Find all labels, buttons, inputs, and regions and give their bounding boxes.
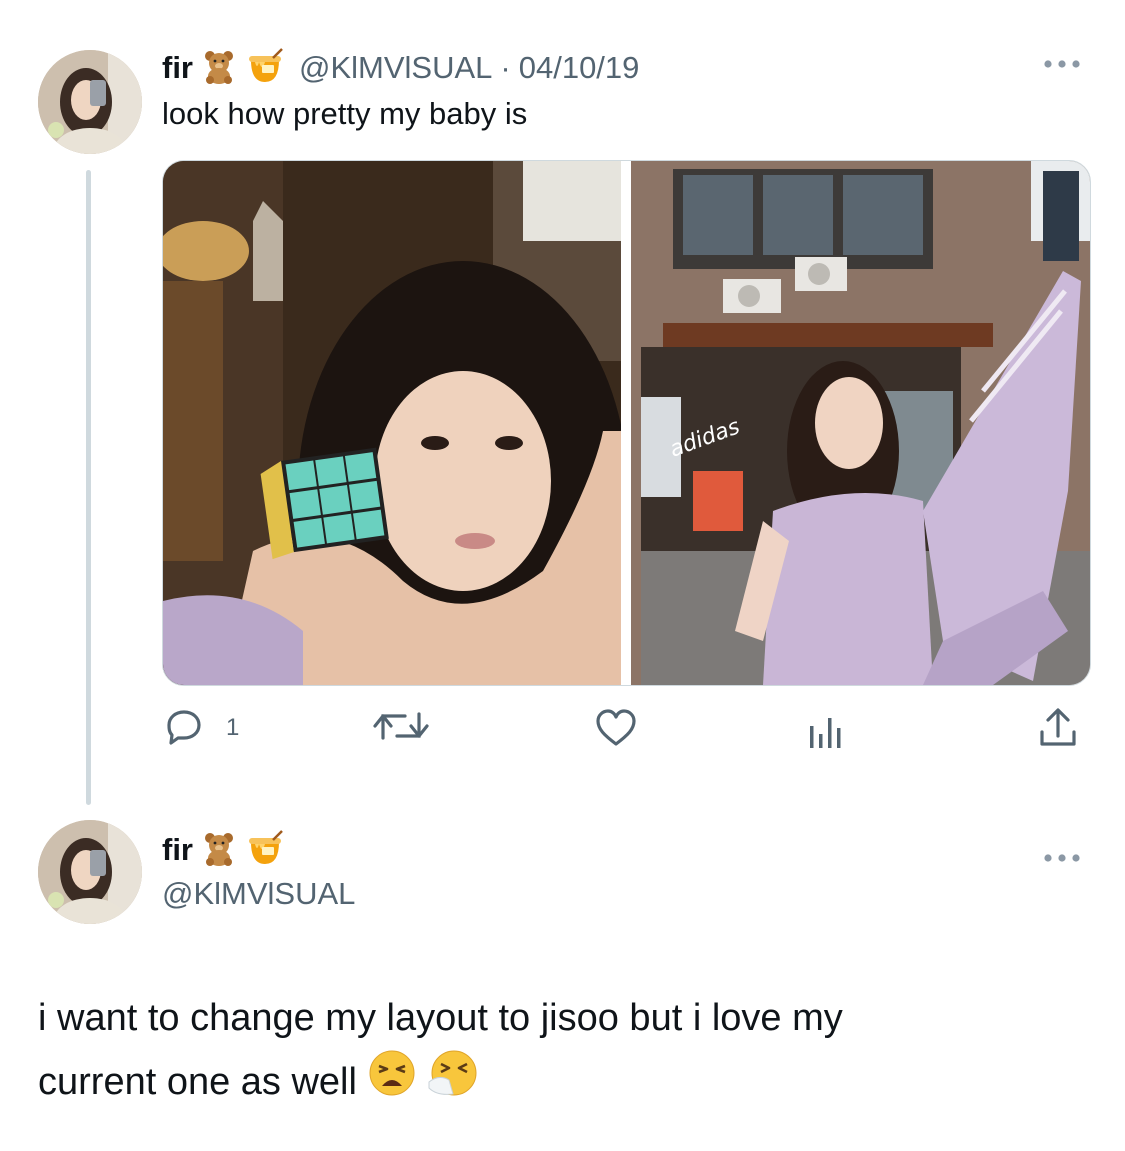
display-name[interactable]: fir — [162, 50, 193, 86]
more-options-button[interactable] — [1040, 48, 1084, 82]
honey-pot-emoji — [245, 829, 285, 871]
avatar-image — [38, 820, 142, 924]
handle[interactable]: @KlMVlSUAL — [162, 876, 355, 912]
heart-icon — [596, 709, 636, 746]
tweet-text: look how pretty my baby is — [162, 96, 528, 131]
share-icon — [1040, 708, 1076, 746]
sneezing-face-emoji — [427, 1048, 479, 1116]
reply-count: 1 — [226, 714, 240, 741]
tweet-text-line: current one as well — [38, 1061, 357, 1103]
avatar[interactable] — [38, 820, 142, 924]
retweet-icon — [373, 712, 429, 740]
more-icon — [1044, 854, 1080, 862]
teddy-bear-emoji — [201, 48, 237, 89]
tweet-header: fir — [162, 828, 285, 872]
views-button[interactable] — [806, 714, 850, 750]
separator-dot: · — [500, 50, 511, 85]
timestamp[interactable]: 04/10/19 — [519, 50, 640, 86]
reply-count-wrap: 1 — [226, 714, 239, 742]
honey-pot-emoji — [245, 47, 285, 89]
retweet-button[interactable] — [371, 708, 431, 744]
analytics-icon — [810, 718, 841, 748]
media-grid: adidas — [162, 160, 1091, 686]
teddy-bear-emoji — [201, 830, 237, 871]
photo-left[interactable] — [163, 161, 628, 685]
reply-icon — [167, 710, 201, 745]
avatar[interactable] — [38, 50, 142, 154]
avatar-image — [38, 50, 142, 154]
photo-right[interactable]: adidas — [631, 161, 1090, 685]
tweet-header: fir @KlMVlSUAL · 04/10/19 — [162, 46, 639, 90]
tweet-text: i want to change my layout to jisoo but … — [38, 988, 1098, 1116]
thread-line — [86, 170, 91, 805]
more-icon — [1044, 60, 1080, 68]
display-name[interactable]: fir — [162, 832, 193, 868]
weary-face-emoji — [367, 1048, 417, 1116]
like-button[interactable] — [594, 708, 638, 748]
tweet-text-line-2: current one as well — [38, 1048, 1098, 1116]
tweet-text-line: i want to change my layout to jisoo but … — [38, 997, 843, 1039]
more-options-button[interactable] — [1040, 842, 1084, 876]
handle[interactable]: @KlMVlSUAL — [299, 50, 492, 86]
share-button[interactable] — [1036, 706, 1080, 750]
reply-button[interactable] — [164, 706, 204, 746]
